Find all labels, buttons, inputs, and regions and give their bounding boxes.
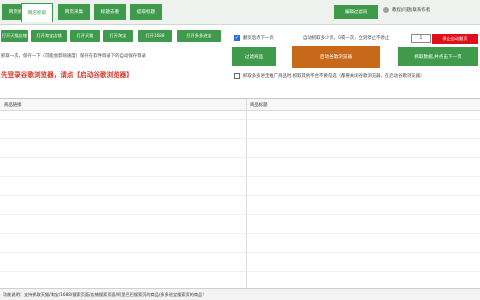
tab-web-collect[interactable]: 网页采集 (58, 4, 90, 20)
top-tab-bar: 网页抓取 网店抓取 网页采集 标题去重 提取标题 编辑过滤词 教程|问题|联系作… (0, 0, 480, 25)
open-taobao-button[interactable]: 打开淘宝 (103, 30, 133, 42)
open-taobao-shop-button[interactable]: 打开淘宝店铺 (31, 30, 67, 42)
column-divider (246, 99, 247, 289)
duoduo-note-label: 抓取多多进宝推广商品时,抓取其他平台不要勾选（都要关闭谷歌浏览器，在启动谷歌浏览… (243, 74, 425, 79)
auto-next-checkbox[interactable]: 翻页后点下一页 (234, 35, 274, 41)
stop-auto-page-button[interactable]: 停止自动翻页 (432, 34, 478, 44)
launch-chrome-button[interactable]: 启动谷歌浏览器 (292, 46, 380, 68)
open-duoduo-button[interactable]: 打开多多进宝 (177, 30, 221, 42)
row-separator (0, 271, 480, 272)
help-link-label: 教程|问题|联系作者 (392, 8, 431, 13)
column-header-title[interactable]: 商品标题 (246, 99, 480, 111)
checkbox-unchecked-icon (234, 73, 240, 79)
tab-extract-title[interactable]: 提取标题 (130, 4, 162, 20)
row-separator (0, 157, 480, 158)
edit-filter-words-button[interactable]: 编辑过滤词 (334, 5, 378, 19)
control-panel: 打开天猫店铺 打开淘宝店铺 打开天猫 打开淘宝 打开1688 打开多多进宝 抓取… (0, 25, 480, 95)
checkbox-checked-icon (234, 35, 240, 41)
status-bar: 功能说明：支持抓取天猫/淘宝/1688/搜索页面/店铺搜索页面/阿里巴巴搜索页的… (0, 288, 480, 300)
login-hint: 先登录谷歌浏览器，请点【启动谷歌浏览器】 (1, 71, 133, 79)
column-header-link[interactable]: 商品链接 (0, 99, 246, 111)
autosave-notice: 抓取一次，保存一下（可能会影响速度）保存在软件目录下的自动保存目录 (1, 54, 146, 59)
user-icon (383, 7, 389, 13)
row-separator (0, 214, 480, 215)
duoduo-note-checkbox[interactable]: 抓取多多进宝推广商品时,抓取其他平台不要勾选（都要关闭谷歌浏览器，在启动谷歌浏览… (234, 73, 424, 79)
status-text: 功能说明：支持抓取天猫/淘宝/1688/搜索页面/店铺搜索页面/阿里巴巴搜索页的… (3, 291, 204, 297)
open-1688-button[interactable]: 打开1688 (138, 30, 172, 42)
open-tmall-button[interactable]: 打开天猫 (70, 30, 100, 42)
filter-products-button[interactable]: 过滤商品 (232, 47, 276, 66)
row-separator (0, 195, 480, 196)
row-separator (0, 119, 480, 120)
pages-stepper[interactable]: 1 (411, 34, 431, 43)
open-tmall-shop-button[interactable]: 打开天猫店铺 (1, 30, 28, 42)
row-separator (0, 138, 480, 139)
auto-next-label: 翻页后点下一页 (243, 36, 274, 41)
row-separator (0, 252, 480, 253)
results-table: 商品链接 商品标题 (0, 98, 480, 289)
row-separator (0, 233, 480, 234)
tab-shop-grab[interactable]: 网店抓取 (21, 3, 53, 22)
grab-next-page-button[interactable]: 抓取数据,并点击下一页 (398, 47, 478, 66)
tab-title-dedupe[interactable]: 标题去重 (94, 4, 126, 20)
help-link[interactable]: 教程|问题|联系作者 (383, 7, 430, 13)
pages-label: 自动抓取多少页，0或一次，立刻停止不停止 (303, 36, 390, 41)
row-separator (0, 176, 480, 177)
